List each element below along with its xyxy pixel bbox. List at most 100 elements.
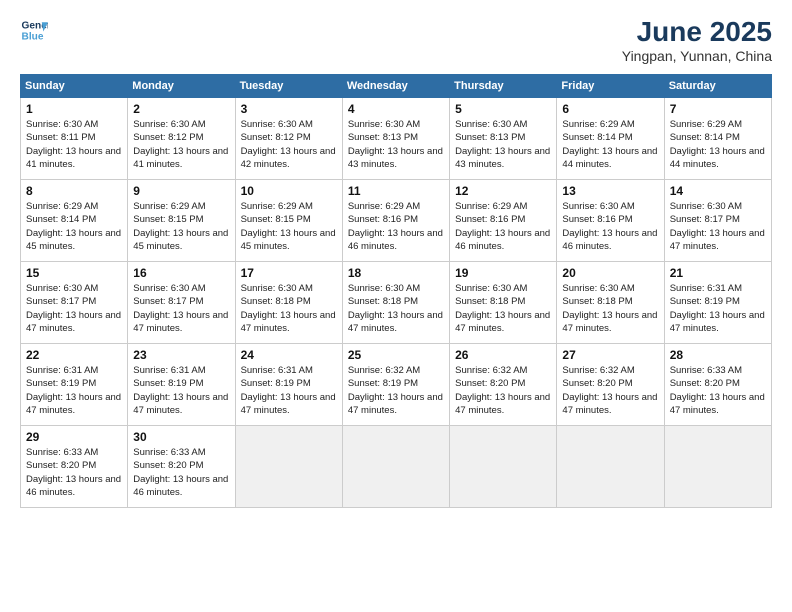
day-number: 21 — [670, 266, 766, 280]
day-number: 26 — [455, 348, 551, 362]
table-row: 6 Sunrise: 6:29 AM Sunset: 8:14 PM Dayli… — [557, 98, 664, 180]
table-row: 25 Sunrise: 6:32 AM Sunset: 8:19 PM Dayl… — [342, 344, 449, 426]
col-tuesday: Tuesday — [235, 75, 342, 98]
day-info: Sunrise: 6:31 AM Sunset: 8:19 PM Dayligh… — [241, 365, 336, 416]
day-info: Sunrise: 6:32 AM Sunset: 8:20 PM Dayligh… — [562, 365, 657, 416]
day-number: 12 — [455, 184, 551, 198]
day-number: 5 — [455, 102, 551, 116]
table-row: 28 Sunrise: 6:33 AM Sunset: 8:20 PM Dayl… — [664, 344, 771, 426]
day-info: Sunrise: 6:31 AM Sunset: 8:19 PM Dayligh… — [26, 365, 121, 416]
table-row: 1 Sunrise: 6:30 AM Sunset: 8:11 PM Dayli… — [21, 98, 128, 180]
day-number: 27 — [562, 348, 658, 362]
day-info: Sunrise: 6:29 AM Sunset: 8:16 PM Dayligh… — [348, 201, 443, 252]
day-number: 2 — [133, 102, 229, 116]
table-row: 24 Sunrise: 6:31 AM Sunset: 8:19 PM Dayl… — [235, 344, 342, 426]
day-info: Sunrise: 6:30 AM Sunset: 8:13 PM Dayligh… — [455, 119, 550, 170]
table-row — [342, 426, 449, 508]
table-row: 12 Sunrise: 6:29 AM Sunset: 8:16 PM Dayl… — [450, 180, 557, 262]
day-number: 3 — [241, 102, 337, 116]
table-row: 27 Sunrise: 6:32 AM Sunset: 8:20 PM Dayl… — [557, 344, 664, 426]
day-number: 7 — [670, 102, 766, 116]
table-row: 16 Sunrise: 6:30 AM Sunset: 8:17 PM Dayl… — [128, 262, 235, 344]
header: General Blue June 2025 Yingpan, Yunnan, … — [20, 16, 772, 64]
table-row: 7 Sunrise: 6:29 AM Sunset: 8:14 PM Dayli… — [664, 98, 771, 180]
day-number: 16 — [133, 266, 229, 280]
day-info: Sunrise: 6:30 AM Sunset: 8:13 PM Dayligh… — [348, 119, 443, 170]
table-row: 2 Sunrise: 6:30 AM Sunset: 8:12 PM Dayli… — [128, 98, 235, 180]
day-number: 23 — [133, 348, 229, 362]
table-row: 23 Sunrise: 6:31 AM Sunset: 8:19 PM Dayl… — [128, 344, 235, 426]
day-info: Sunrise: 6:29 AM Sunset: 8:15 PM Dayligh… — [241, 201, 336, 252]
table-row: 26 Sunrise: 6:32 AM Sunset: 8:20 PM Dayl… — [450, 344, 557, 426]
main-title: June 2025 — [622, 16, 772, 48]
day-number: 4 — [348, 102, 444, 116]
day-number: 1 — [26, 102, 122, 116]
day-info: Sunrise: 6:30 AM Sunset: 8:11 PM Dayligh… — [26, 119, 121, 170]
table-row: 17 Sunrise: 6:30 AM Sunset: 8:18 PM Dayl… — [235, 262, 342, 344]
day-info: Sunrise: 6:32 AM Sunset: 8:19 PM Dayligh… — [348, 365, 443, 416]
table-row — [664, 426, 771, 508]
table-row: 19 Sunrise: 6:30 AM Sunset: 8:18 PM Dayl… — [450, 262, 557, 344]
day-info: Sunrise: 6:32 AM Sunset: 8:20 PM Dayligh… — [455, 365, 550, 416]
col-saturday: Saturday — [664, 75, 771, 98]
calendar-table: Sunday Monday Tuesday Wednesday Thursday… — [20, 74, 772, 508]
day-number: 25 — [348, 348, 444, 362]
table-row: 29 Sunrise: 6:33 AM Sunset: 8:20 PM Dayl… — [21, 426, 128, 508]
day-number: 14 — [670, 184, 766, 198]
day-info: Sunrise: 6:30 AM Sunset: 8:17 PM Dayligh… — [133, 283, 228, 334]
day-info: Sunrise: 6:30 AM Sunset: 8:18 PM Dayligh… — [348, 283, 443, 334]
day-number: 6 — [562, 102, 658, 116]
col-wednesday: Wednesday — [342, 75, 449, 98]
day-info: Sunrise: 6:33 AM Sunset: 8:20 PM Dayligh… — [133, 447, 228, 498]
day-number: 20 — [562, 266, 658, 280]
day-number: 13 — [562, 184, 658, 198]
day-info: Sunrise: 6:29 AM Sunset: 8:14 PM Dayligh… — [562, 119, 657, 170]
day-info: Sunrise: 6:31 AM Sunset: 8:19 PM Dayligh… — [670, 283, 765, 334]
day-number: 19 — [455, 266, 551, 280]
day-info: Sunrise: 6:30 AM Sunset: 8:12 PM Dayligh… — [133, 119, 228, 170]
day-number: 24 — [241, 348, 337, 362]
day-number: 29 — [26, 430, 122, 444]
day-info: Sunrise: 6:30 AM Sunset: 8:17 PM Dayligh… — [670, 201, 765, 252]
day-number: 8 — [26, 184, 122, 198]
table-row: 10 Sunrise: 6:29 AM Sunset: 8:15 PM Dayl… — [235, 180, 342, 262]
table-row: 9 Sunrise: 6:29 AM Sunset: 8:15 PM Dayli… — [128, 180, 235, 262]
table-row: 3 Sunrise: 6:30 AM Sunset: 8:12 PM Dayli… — [235, 98, 342, 180]
table-row — [450, 426, 557, 508]
table-row: 5 Sunrise: 6:30 AM Sunset: 8:13 PM Dayli… — [450, 98, 557, 180]
table-row: 8 Sunrise: 6:29 AM Sunset: 8:14 PM Dayli… — [21, 180, 128, 262]
logo: General Blue — [20, 16, 48, 44]
day-info: Sunrise: 6:29 AM Sunset: 8:14 PM Dayligh… — [670, 119, 765, 170]
table-row — [557, 426, 664, 508]
table-row: 11 Sunrise: 6:29 AM Sunset: 8:16 PM Dayl… — [342, 180, 449, 262]
day-info: Sunrise: 6:30 AM Sunset: 8:18 PM Dayligh… — [241, 283, 336, 334]
day-info: Sunrise: 6:33 AM Sunset: 8:20 PM Dayligh… — [26, 447, 121, 498]
day-number: 11 — [348, 184, 444, 198]
day-number: 15 — [26, 266, 122, 280]
table-row: 4 Sunrise: 6:30 AM Sunset: 8:13 PM Dayli… — [342, 98, 449, 180]
col-monday: Monday — [128, 75, 235, 98]
day-number: 22 — [26, 348, 122, 362]
table-row — [235, 426, 342, 508]
table-row: 20 Sunrise: 6:30 AM Sunset: 8:18 PM Dayl… — [557, 262, 664, 344]
table-row: 22 Sunrise: 6:31 AM Sunset: 8:19 PM Dayl… — [21, 344, 128, 426]
day-number: 17 — [241, 266, 337, 280]
table-row: 30 Sunrise: 6:33 AM Sunset: 8:20 PM Dayl… — [128, 426, 235, 508]
logo-icon: General Blue — [20, 16, 48, 44]
day-info: Sunrise: 6:30 AM Sunset: 8:17 PM Dayligh… — [26, 283, 121, 334]
day-info: Sunrise: 6:30 AM Sunset: 8:18 PM Dayligh… — [562, 283, 657, 334]
page: General Blue June 2025 Yingpan, Yunnan, … — [0, 0, 792, 612]
subtitle: Yingpan, Yunnan, China — [622, 48, 772, 64]
day-info: Sunrise: 6:30 AM Sunset: 8:12 PM Dayligh… — [241, 119, 336, 170]
svg-text:Blue: Blue — [22, 31, 44, 42]
day-info: Sunrise: 6:29 AM Sunset: 8:16 PM Dayligh… — [455, 201, 550, 252]
day-info: Sunrise: 6:30 AM Sunset: 8:18 PM Dayligh… — [455, 283, 550, 334]
day-info: Sunrise: 6:30 AM Sunset: 8:16 PM Dayligh… — [562, 201, 657, 252]
day-number: 18 — [348, 266, 444, 280]
day-number: 28 — [670, 348, 766, 362]
day-info: Sunrise: 6:33 AM Sunset: 8:20 PM Dayligh… — [670, 365, 765, 416]
table-row: 15 Sunrise: 6:30 AM Sunset: 8:17 PM Dayl… — [21, 262, 128, 344]
day-info: Sunrise: 6:29 AM Sunset: 8:15 PM Dayligh… — [133, 201, 228, 252]
day-number: 10 — [241, 184, 337, 198]
title-block: June 2025 Yingpan, Yunnan, China — [622, 16, 772, 64]
